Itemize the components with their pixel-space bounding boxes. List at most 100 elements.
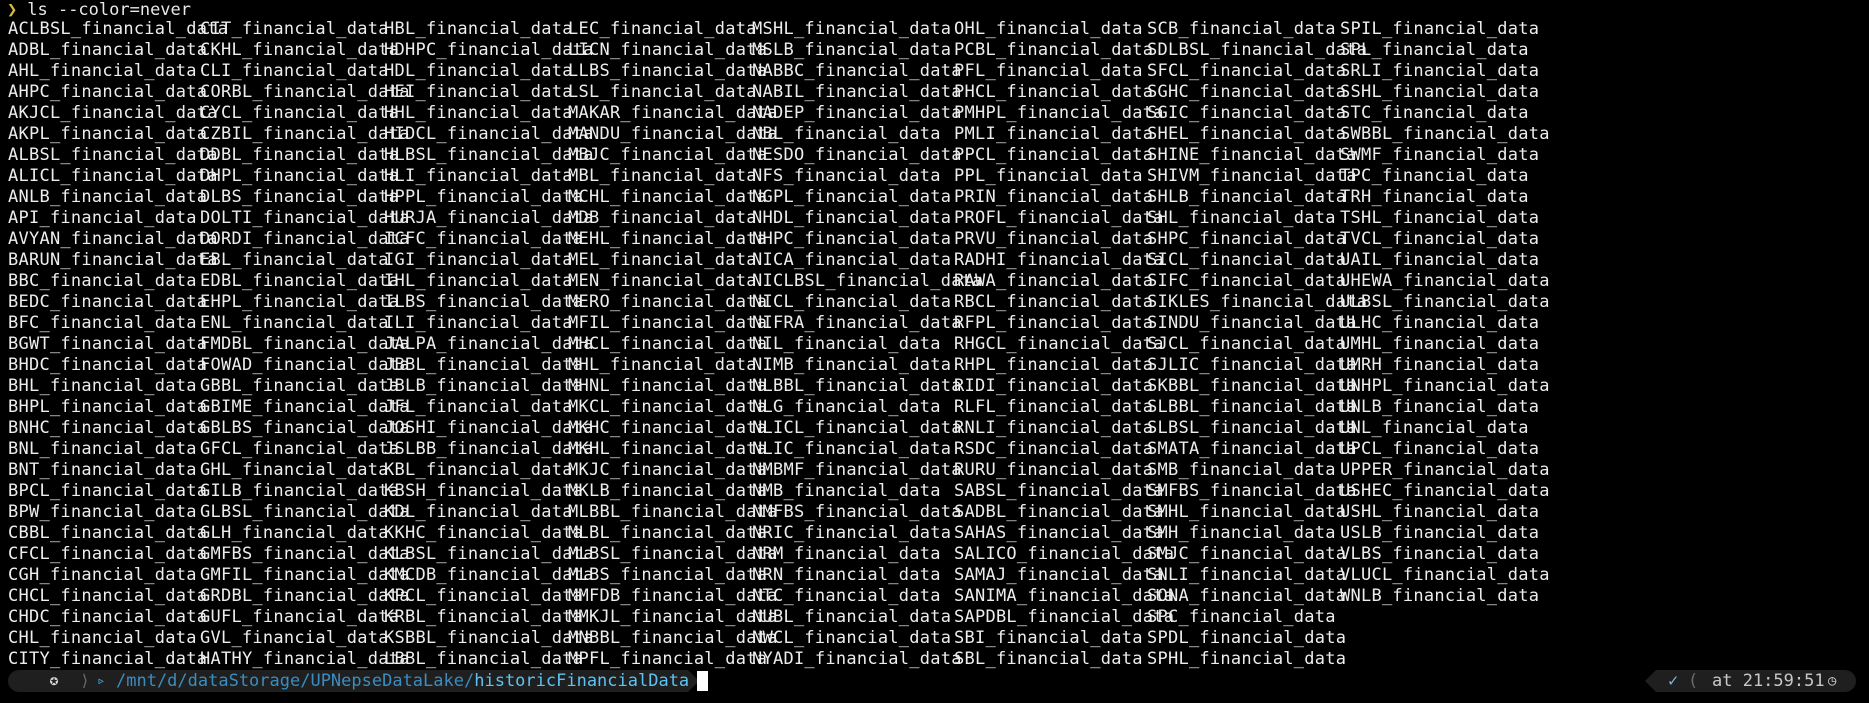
file-entry[interactable]: SAMAJ_financial_data xyxy=(954,565,1174,586)
file-entry[interactable]: KMCDB_financial_data xyxy=(384,565,594,586)
file-entry[interactable]: SHL_financial_data xyxy=(1147,208,1367,229)
file-entry[interactable]: SONA_financial_data xyxy=(1147,586,1367,607)
file-entry[interactable]: PPCL_financial_data xyxy=(954,145,1174,166)
file-entry[interactable]: ADBL_financial_data xyxy=(8,40,228,61)
file-entry[interactable]: GMFIL_financial_data xyxy=(200,565,410,586)
file-entry[interactable]: MSLB_financial_data xyxy=(752,40,983,61)
file-entry[interactable]: RBCL_financial_data xyxy=(954,292,1174,313)
file-entry[interactable]: SAHAS_financial_data xyxy=(954,523,1174,544)
file-entry[interactable]: PHCL_financial_data xyxy=(954,82,1174,103)
file-entry[interactable]: LEC_financial_data xyxy=(568,19,778,40)
file-entry[interactable]: SPIL_financial_data xyxy=(1340,19,1550,40)
file-entry[interactable]: SPL_financial_data xyxy=(1340,40,1550,61)
file-entry[interactable]: HDL_financial_data xyxy=(384,61,594,82)
file-entry[interactable]: SALICO_financial_data xyxy=(954,544,1174,565)
file-entry[interactable]: MKHL_financial_data xyxy=(568,439,778,460)
file-entry[interactable]: PMHPL_financial_data xyxy=(954,103,1174,124)
file-entry[interactable]: AHPC_financial_data xyxy=(8,82,228,103)
file-entry[interactable]: HIDCL_financial_data xyxy=(384,124,594,145)
file-entry[interactable]: MSHL_financial_data xyxy=(752,19,983,40)
file-entry[interactable]: KPCL_financial_data xyxy=(384,586,594,607)
file-entry[interactable]: NLICL_financial_data xyxy=(752,418,983,439)
file-entry[interactable]: MHL_financial_data xyxy=(568,355,778,376)
file-entry[interactable]: ULBSL_financial_data xyxy=(1340,292,1550,313)
file-entry[interactable]: SIFC_financial_data xyxy=(1147,271,1367,292)
file-entry[interactable]: KBL_financial_data xyxy=(384,460,594,481)
file-entry[interactable]: SJCL_financial_data xyxy=(1147,334,1367,355)
file-entry[interactable]: IHL_financial_data xyxy=(384,271,594,292)
file-entry[interactable]: NWCL_financial_data xyxy=(752,628,983,649)
file-entry[interactable]: SABSL_financial_data xyxy=(954,481,1174,502)
file-entry[interactable]: NABBC_financial_data xyxy=(752,61,983,82)
file-entry[interactable]: UMRH_financial_data xyxy=(1340,355,1550,376)
file-entry[interactable]: CZBIL_financial_data xyxy=(200,124,410,145)
file-entry[interactable]: SPC_financial_data xyxy=(1147,607,1367,628)
file-entry[interactable]: DORDI_financial_data xyxy=(200,229,410,250)
file-entry[interactable]: SBL_financial_data xyxy=(954,649,1174,670)
file-entry[interactable]: SJLIC_financial_data xyxy=(1147,355,1367,376)
file-entry[interactable]: CKHL_financial_data xyxy=(200,40,410,61)
file-entry[interactable]: DLBS_financial_data xyxy=(200,187,410,208)
file-entry[interactable]: TRH_financial_data xyxy=(1340,187,1550,208)
file-entry[interactable]: GILB_financial_data xyxy=(200,481,410,502)
file-entry[interactable]: RURU_financial_data xyxy=(954,460,1174,481)
file-entry[interactable]: SPDL_financial_data xyxy=(1147,628,1367,649)
file-entry[interactable]: NIL_financial_data xyxy=(752,334,983,355)
file-entry[interactable]: SMFBS_financial_data xyxy=(1147,481,1367,502)
file-entry[interactable]: BFC_financial_data xyxy=(8,313,228,334)
file-entry[interactable]: UNL_financial_data xyxy=(1340,418,1550,439)
file-entry[interactable]: NADEP_financial_data xyxy=(752,103,983,124)
file-entry[interactable]: SICL_financial_data xyxy=(1147,250,1367,271)
file-entry[interactable]: MBL_financial_data xyxy=(568,166,778,187)
file-entry[interactable]: NGPL_financial_data xyxy=(752,187,983,208)
file-entry[interactable]: PROFL_financial_data xyxy=(954,208,1174,229)
file-entry[interactable]: RADHI_financial_data xyxy=(954,250,1174,271)
file-entry[interactable]: LBBL_financial_data xyxy=(384,649,594,670)
file-entry[interactable]: PPL_financial_data xyxy=(954,166,1174,187)
file-entry[interactable]: GRDBL_financial_data xyxy=(200,586,410,607)
text-cursor[interactable] xyxy=(697,671,708,691)
file-entry[interactable]: SDLBSL_financial_data xyxy=(1147,40,1367,61)
file-entry[interactable]: FMDBL_financial_data xyxy=(200,334,410,355)
file-entry[interactable]: NBL_financial_data xyxy=(752,124,983,145)
file-entry[interactable]: SKBBL_financial_data xyxy=(1147,376,1367,397)
file-entry[interactable]: TVCL_financial_data xyxy=(1340,229,1550,250)
file-entry[interactable]: RLFL_financial_data xyxy=(954,397,1174,418)
file-entry[interactable]: MEL_financial_data xyxy=(568,250,778,271)
file-entry[interactable]: CFCL_financial_data xyxy=(8,544,228,565)
file-entry[interactable]: MMFDB_financial_data xyxy=(568,586,778,607)
file-entry[interactable]: SSHL_financial_data xyxy=(1340,82,1550,103)
file-entry[interactable]: MANDU_financial_data xyxy=(568,124,778,145)
file-entry[interactable]: LSL_financial_data xyxy=(568,82,778,103)
file-entry[interactable]: FOWAD_financial_data xyxy=(200,355,410,376)
file-entry[interactable]: STC_financial_data xyxy=(1340,103,1550,124)
file-entry[interactable]: RNLI_financial_data xyxy=(954,418,1174,439)
file-entry[interactable]: SNLI_financial_data xyxy=(1147,565,1367,586)
file-entry[interactable]: SADBL_financial_data xyxy=(954,502,1174,523)
file-entry[interactable]: AKJCL_financial_data xyxy=(8,103,228,124)
file-entry[interactable]: SMATA_financial_data xyxy=(1147,439,1367,460)
file-entry[interactable]: MAKAR_financial_data xyxy=(568,103,778,124)
file-entry[interactable]: ALBSL_financial_data xyxy=(8,145,228,166)
file-entry[interactable]: USHL_financial_data xyxy=(1340,502,1550,523)
file-entry[interactable]: KKHC_financial_data xyxy=(384,523,594,544)
file-entry[interactable]: MKLB_financial_data xyxy=(568,481,778,502)
file-entry[interactable]: CBBL_financial_data xyxy=(8,523,228,544)
file-entry[interactable]: GUFL_financial_data xyxy=(200,607,410,628)
file-entry[interactable]: NIFRA_financial_data xyxy=(752,313,983,334)
file-entry[interactable]: SHIVM_financial_data xyxy=(1147,166,1367,187)
file-entry[interactable]: HHL_financial_data xyxy=(384,103,594,124)
file-entry[interactable]: SFCL_financial_data xyxy=(1147,61,1367,82)
file-entry[interactable]: HBL_financial_data xyxy=(384,19,594,40)
file-entry[interactable]: EHPL_financial_data xyxy=(200,292,410,313)
file-entry[interactable]: NLG_financial_data xyxy=(752,397,983,418)
file-entry[interactable]: PRIN_financial_data xyxy=(954,187,1174,208)
file-entry[interactable]: HATHY_financial_data xyxy=(200,649,410,670)
terminal-window[interactable]: ❯ ls --color=never ACLBSL_financial_data A… xyxy=(0,0,1869,703)
file-entry[interactable]: JBLB_financial_data xyxy=(384,376,594,397)
file-entry[interactable]: MBJC_financial_data xyxy=(568,145,778,166)
file-entry[interactable]: BNHC_financial_data xyxy=(8,418,228,439)
file-entry[interactable]: SHPC_financial_data xyxy=(1147,229,1367,250)
file-entry[interactable]: GLBSL_financial_data xyxy=(200,502,410,523)
file-entry[interactable]: ACLBSL_financial_data xyxy=(8,19,228,40)
